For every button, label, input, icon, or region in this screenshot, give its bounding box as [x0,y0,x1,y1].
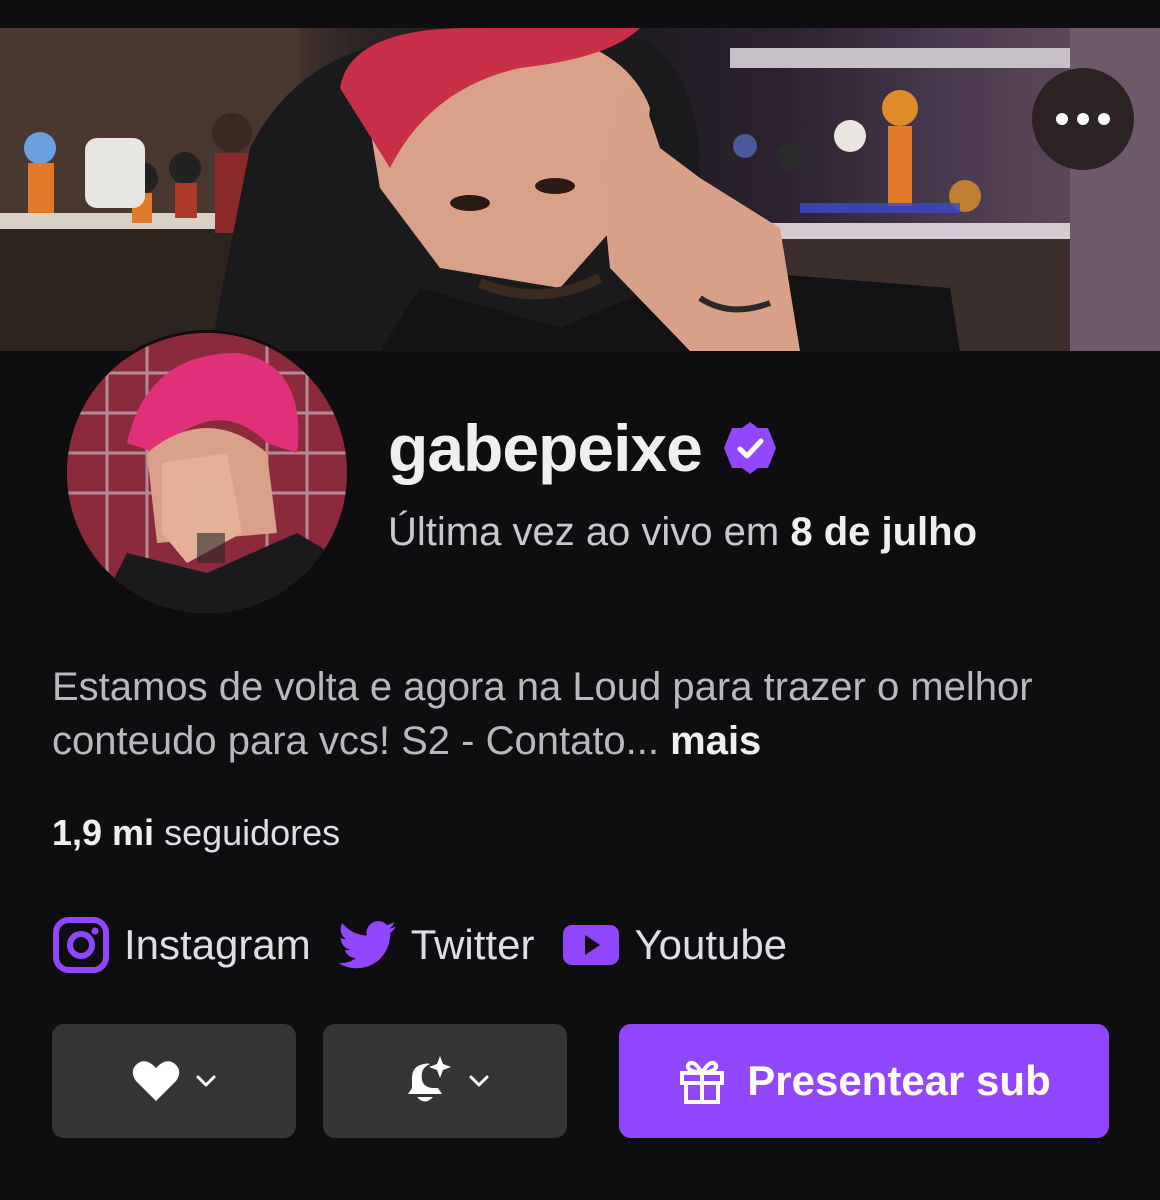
more-horizontal-icon [1056,113,1068,125]
youtube-icon [563,925,620,965]
more-options-button[interactable] [1032,68,1134,170]
heart-icon [132,1061,180,1101]
bell-sparkle-icon [408,1056,451,1102]
bio-text: Estamos de volta e agora na Loud para tr… [52,665,1033,763]
verified-badge-icon [723,422,776,474]
more-dot [1077,113,1089,125]
last-live-prefix: Última vez ao vivo em [388,510,791,554]
channel-bio: Estamos de volta e agora na Loud para tr… [52,660,1112,768]
gift-sub-button[interactable]: Presentear sub [619,1024,1109,1138]
profile-banner [0,28,1160,351]
gift-sub-label: Presentear sub [747,1057,1051,1104]
followers-label: seguidores [154,812,341,853]
follow-button[interactable] [52,1024,296,1138]
social-link-youtube[interactable]: Youtube [562,921,787,969]
followers-count: 1,9 mi seguidores [52,812,340,854]
followers-number: 1,9 mi [52,812,155,853]
bio-more-link[interactable]: mais [670,719,761,763]
social-links: Instagram Twitter Youtube [52,910,787,980]
avatar-image [67,333,347,613]
more-dot [1098,113,1110,125]
banner-image [0,28,1160,351]
avatar[interactable] [64,330,350,616]
social-label-instagram: Instagram [124,921,311,968]
twitter-icon [338,921,396,969]
gift-icon [680,1060,725,1104]
channel-header: gabepeixe [388,408,778,488]
notifications-button[interactable] [323,1024,567,1138]
last-live-text: Última vez ao vivo em 8 de julho [388,510,977,555]
status-bar-area [0,0,1160,28]
instagram-icon [53,917,109,973]
social-link-twitter[interactable]: Twitter [338,920,535,970]
chevron-down-icon [469,1075,489,1087]
chevron-down-icon [196,1075,216,1087]
social-label-twitter: Twitter [410,921,535,968]
social-link-instagram[interactable]: Instagram [52,916,311,974]
channel-username[interactable]: gabepeixe [388,410,703,486]
last-live-date: 8 de julho [790,510,978,554]
social-label-youtube: Youtube [634,921,788,968]
